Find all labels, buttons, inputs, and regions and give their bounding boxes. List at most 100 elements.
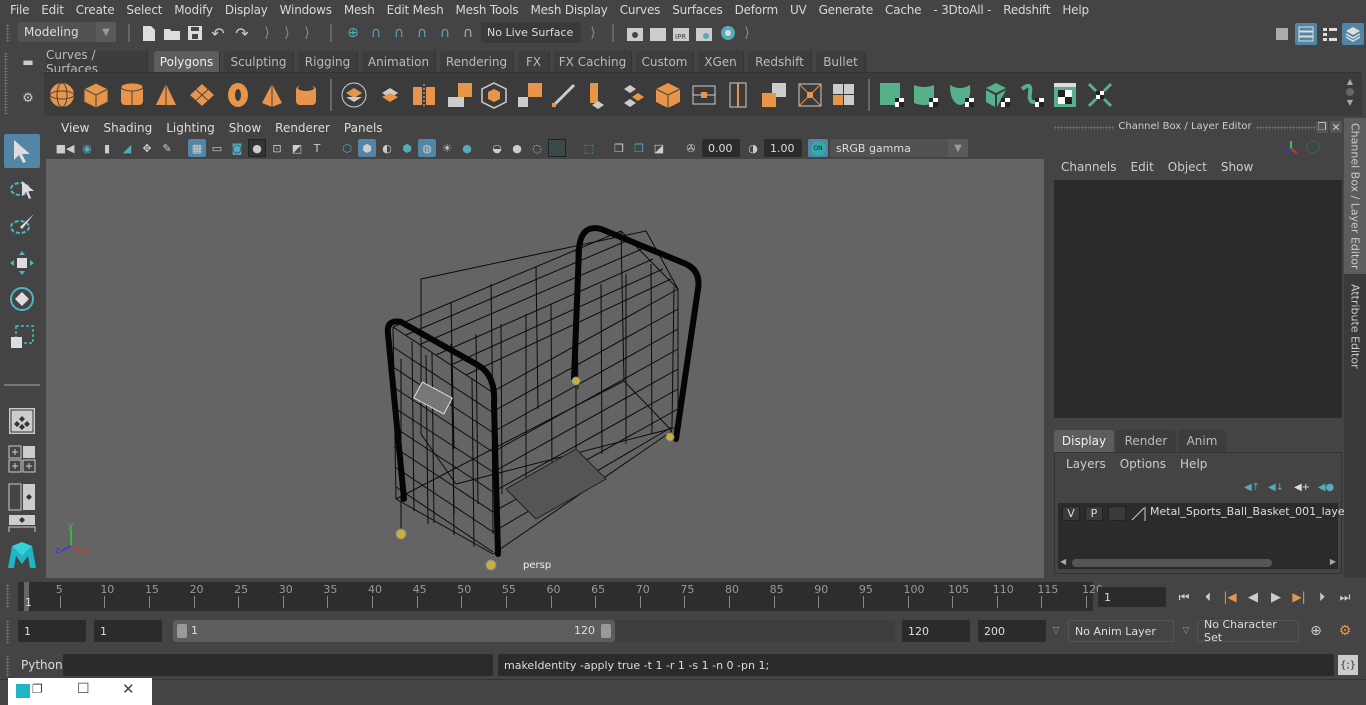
make-live-icon[interactable]: ∩ bbox=[458, 23, 478, 43]
restore-icon[interactable]: ❐ bbox=[32, 682, 43, 696]
shelf-tab-xgen[interactable]: XGen bbox=[698, 51, 744, 72]
menu-uv[interactable]: UV bbox=[784, 3, 813, 17]
side-tab-channel-box[interactable]: Channel Box / Layer Editor bbox=[1344, 118, 1366, 274]
poly-cube-icon[interactable] bbox=[82, 81, 110, 109]
move-tool[interactable] bbox=[4, 246, 40, 280]
poly-cylinder-icon[interactable] bbox=[118, 81, 146, 109]
poly-torus-icon[interactable] bbox=[224, 81, 252, 109]
drag-handle[interactable] bbox=[6, 620, 10, 644]
cylindrical-uv-icon[interactable] bbox=[912, 81, 940, 109]
modeling-toolkit-icon[interactable] bbox=[1272, 23, 1292, 43]
shelf-tab-redshift[interactable]: Redshift bbox=[748, 51, 812, 72]
auto-key-toggle-icon[interactable]: ⊕ bbox=[1306, 621, 1326, 641]
textured-icon[interactable]: ⬢ bbox=[398, 139, 416, 157]
safe-title-icon[interactable]: T bbox=[308, 139, 326, 157]
tool-settings-toggle-icon[interactable] bbox=[1320, 23, 1340, 45]
channel-box-toggle-icon[interactable] bbox=[1342, 23, 1364, 45]
drag-handle[interactable] bbox=[6, 655, 10, 677]
target-weld-icon[interactable] bbox=[830, 81, 858, 109]
menu-curves[interactable]: Curves bbox=[614, 3, 666, 17]
xray-icon[interactable]: ⬚ bbox=[580, 139, 598, 157]
show-menu[interactable]: Show bbox=[1214, 160, 1260, 174]
drag-handle[interactable] bbox=[6, 584, 10, 608]
smooth-icon[interactable] bbox=[446, 81, 474, 109]
snap-to-view-plane-icon[interactable]: ∩ bbox=[412, 23, 432, 43]
unfold-uv-icon[interactable] bbox=[1018, 81, 1046, 109]
screen-space-ao-icon[interactable]: ● bbox=[458, 139, 476, 157]
combine-icon[interactable] bbox=[340, 81, 368, 109]
playback-start-field[interactable]: 1 bbox=[94, 620, 162, 642]
gamma-field[interactable]: 1.00 bbox=[764, 139, 802, 157]
extrude-icon[interactable] bbox=[516, 81, 544, 109]
shelf-tab-sculpting[interactable]: Sculpting bbox=[224, 51, 294, 72]
image-plane-icon[interactable]: ◢ bbox=[118, 139, 136, 157]
select-camera-icon[interactable]: ■◀ bbox=[56, 139, 75, 157]
step-forward-frame-icon[interactable]: ⏵ bbox=[1312, 587, 1332, 607]
shelf-tab-curves-surfaces[interactable]: Curves / Surfaces bbox=[46, 48, 148, 76]
range-end-handle[interactable] bbox=[601, 624, 611, 638]
help-menu[interactable]: Help bbox=[1173, 457, 1214, 471]
backface-icon[interactable]: ◪ bbox=[650, 139, 668, 157]
bookmark-icon[interactable]: ▮ bbox=[98, 139, 116, 157]
menu-redshift[interactable]: Redshift bbox=[997, 3, 1056, 17]
exposure-icon[interactable]: ✇ bbox=[682, 139, 700, 157]
render-view-icon[interactable] bbox=[625, 23, 645, 43]
shelf-tab-fx-caching[interactable]: FX Caching bbox=[554, 51, 632, 72]
panel-menu-view[interactable]: View bbox=[54, 121, 96, 135]
play-forwards-icon[interactable]: ▶ bbox=[1266, 587, 1286, 607]
menu-mesh-tools[interactable]: Mesh Tools bbox=[449, 3, 524, 17]
visibility-toggle[interactable]: V bbox=[1062, 506, 1080, 521]
3d-viewport[interactable]: y x z persp bbox=[46, 159, 1044, 578]
spherical-uv-icon[interactable] bbox=[948, 81, 976, 109]
shelf-settings-gear-icon[interactable]: ⚙ bbox=[18, 88, 38, 108]
menu-edit-mesh[interactable]: Edit Mesh bbox=[381, 3, 450, 17]
xray-joints-icon[interactable]: ❐ bbox=[610, 139, 628, 157]
auto-uv-icon[interactable] bbox=[984, 81, 1012, 109]
play-backwards-icon[interactable]: ◀ bbox=[1243, 587, 1263, 607]
scroll-thumb[interactable] bbox=[1346, 88, 1354, 96]
open-scene-icon[interactable] bbox=[162, 23, 182, 43]
planar-uv-icon[interactable] bbox=[878, 81, 906, 109]
shelf-tab-polygons[interactable]: Polygons bbox=[154, 51, 220, 72]
shelf-menu-icon[interactable]: ▬ bbox=[18, 54, 38, 70]
layer-tab-anim[interactable]: Anim bbox=[1178, 430, 1226, 452]
panel-menu-renderer[interactable]: Renderer bbox=[268, 121, 337, 135]
move-layer-up-icon[interactable]: ◀↑ bbox=[1243, 479, 1261, 495]
render-frame-icon[interactable] bbox=[648, 23, 668, 43]
object-menu[interactable]: Object bbox=[1161, 160, 1214, 174]
persp-graph-layout-button[interactable] bbox=[4, 514, 40, 532]
step-forward-key-icon[interactable]: ▶| bbox=[1289, 587, 1309, 607]
menu-windows[interactable]: Windows bbox=[274, 3, 338, 17]
snap-to-surface-icon[interactable]: ∩ bbox=[435, 23, 455, 43]
playback-end-field[interactable]: 120 bbox=[902, 620, 970, 642]
new-layer-icon[interactable]: ◀+ bbox=[1293, 479, 1311, 495]
bridge-icon[interactable] bbox=[584, 81, 612, 109]
range-start-handle[interactable] bbox=[177, 624, 187, 638]
collapse-icon[interactable]: ⟩ bbox=[742, 23, 752, 43]
bevel-icon[interactable] bbox=[620, 81, 648, 109]
menu-generate[interactable]: Generate bbox=[813, 3, 879, 17]
shelf-tab-rendering[interactable]: Rendering bbox=[440, 51, 514, 72]
menu-mesh[interactable]: Mesh bbox=[338, 3, 381, 17]
new-layer-selected-icon[interactable]: ◀● bbox=[1317, 479, 1335, 495]
time-ruler[interactable]: 1 5 10 15 20 25 30 35 40 45 50 55 60 65 70 75 80 85 90 95 1… bbox=[18, 582, 1103, 611]
new-scene-icon[interactable] bbox=[140, 23, 158, 43]
scroll-right-icon[interactable]: ▶ bbox=[1330, 557, 1336, 566]
2d-pan-zoom-icon[interactable]: ✥ bbox=[138, 139, 156, 157]
animation-preferences-icon[interactable]: ⚙ bbox=[1334, 621, 1356, 641]
poly-pyramid-icon[interactable] bbox=[258, 81, 286, 109]
options-menu[interactable]: Options bbox=[1113, 457, 1173, 471]
lasso-select-tool[interactable] bbox=[4, 172, 40, 206]
layers-menu[interactable]: Layers bbox=[1059, 457, 1113, 471]
shelf-tab-bullet[interactable]: Bullet bbox=[816, 51, 866, 72]
shelf-tab-animation[interactable]: Animation bbox=[362, 51, 436, 72]
wireframe-on-shaded-icon[interactable]: ◐ bbox=[378, 139, 396, 157]
mirror-icon[interactable] bbox=[410, 81, 438, 109]
key-icon[interactable]: ⁄ bbox=[1324, 138, 1340, 156]
paint-select-tool[interactable] bbox=[4, 208, 40, 242]
display-type-toggle[interactable] bbox=[1108, 506, 1126, 521]
character-set-dropdown[interactable]: No Character Set bbox=[1197, 618, 1299, 644]
layer-tab-render[interactable]: Render bbox=[1116, 430, 1176, 452]
snap-to-curve-icon[interactable]: ∩ bbox=[366, 23, 386, 43]
redo-icon[interactable]: ↷ bbox=[232, 23, 252, 43]
